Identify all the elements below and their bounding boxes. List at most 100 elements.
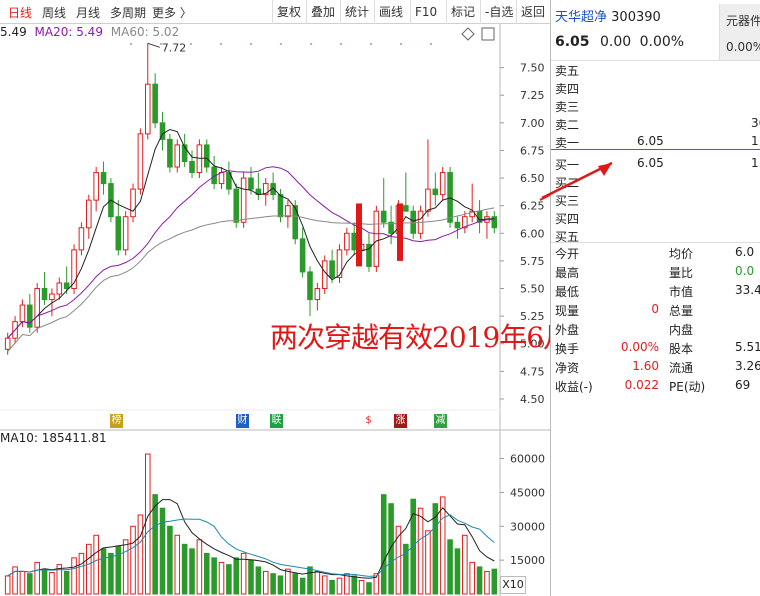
y-tick-label: 5.75 [520,255,545,268]
stat-value: 0.00% [620,340,659,354]
diamond-icon[interactable] [461,27,475,41]
ma-legend: 5.49 MA20: 5.49 MA60: 5.02 [0,25,183,41]
event-rise[interactable]: 涨 [394,414,407,428]
volume-bar [344,573,350,595]
ob-label: 买三 [555,194,580,208]
volume-bar [285,568,291,595]
kline-chart[interactable]: 7.507.257.006.756.506.256.005.755.505.25… [0,0,550,596]
sector-box[interactable]: 元器件 0.00% [719,4,760,60]
stat-label: 股本 [669,342,694,356]
y-tick-label: 6.00 [520,227,545,240]
stat-row: 最高 量比 0.0 [555,264,760,283]
tab-more[interactable]: 更多 〉 [152,4,192,21]
event-dollar[interactable]: $ [362,414,375,428]
ob-volume: 1 [751,156,759,170]
y-tick-label: 4.75 [520,365,545,378]
candle-body [137,133,144,190]
stat-label: 净资 [555,361,580,375]
stat-value: 5.51 [735,340,760,354]
volume-bar [277,575,284,595]
stat-row: 外盘 内盘 [555,321,760,340]
volume-bar [49,572,55,595]
y-tick-label: 6.25 [520,200,545,213]
candle-body [203,144,210,168]
volume-bar [63,570,70,595]
volume-bar [484,570,490,595]
bid-row[interactable]: 买三 [555,192,760,210]
ob-label: 买二 [555,176,580,190]
ask-row[interactable]: 卖三 [555,98,760,116]
x10-button[interactable]: X10 [500,576,526,594]
stat-value: 0.0 [735,264,755,278]
stat-label: 收益(-) [555,380,593,394]
y-tick-label: 7.50 [520,62,545,75]
statistics-button[interactable]: 统计 [340,0,373,24]
candle-body [380,210,387,223]
candle-body [432,188,439,196]
y-tick-label: 7.00 [520,117,545,130]
ask-row[interactable]: 卖四 [555,80,760,98]
tab-weekly[interactable]: 周线 [42,4,66,21]
candle-body [19,304,26,323]
candle-body [373,210,380,267]
volume-bar [189,548,195,595]
draw-line-button[interactable]: 画线 [374,0,407,24]
bid-row[interactable]: 买二 [555,174,760,192]
volume-bar [71,557,77,595]
ma5-value: 5.49 [0,25,27,39]
volume-bar [93,534,99,595]
sector-name: 元器件 [726,14,760,28]
bid-row[interactable]: 买五 [555,228,760,246]
volume-bar [122,539,129,595]
stat-row: 今开 均价 6.0 [555,245,760,264]
adjust-button[interactable]: 复权 [272,0,305,24]
candle-body [34,288,40,328]
candle-body [174,144,181,168]
candle-body [49,293,55,301]
volume-bar [321,575,328,595]
event-link[interactable]: 联 [270,414,283,428]
volume-bar [167,525,173,595]
ask-row[interactable]: 卖二 36 [555,116,760,134]
y-tick-label: 7.25 [520,89,545,102]
event-finance[interactable]: 财 [236,414,249,428]
candle-body [4,337,11,350]
candle-body [93,172,99,201]
volume-bar [270,573,276,595]
stat-label: 量比 [669,266,694,280]
tab-daily[interactable]: 日线 [8,4,32,21]
candle-body [189,160,195,174]
volume-bar [174,534,181,595]
volume-bar [203,552,210,595]
volume-bar [211,557,217,595]
volume-bar [462,534,468,595]
volume-bar [388,503,394,595]
stat-value: 69 [735,378,751,392]
stat-label: 均价 [669,247,694,261]
tab-multi-period[interactable]: 多周期 [110,4,146,21]
f10-button[interactable]: F10 [410,0,441,24]
bid-row[interactable]: 买四 [555,210,760,228]
volume-bar [41,568,48,595]
ma20-value: MA20: 5.49 [34,25,103,39]
candle-body [100,172,107,185]
volume-bar [159,507,166,595]
add-watchlist-button[interactable]: -自选 [480,0,517,24]
ob-label: 卖二 [555,118,580,132]
stock-name[interactable]: 天华超净 [555,10,607,25]
expand-icon[interactable] [481,27,495,41]
volume-bar [469,561,475,595]
divider [551,60,760,61]
mark-button[interactable]: 标记 [446,0,479,24]
bid-row[interactable]: 买一 6.05 1 [555,156,760,174]
overlay-button[interactable]: 叠加 [306,0,339,24]
back-button[interactable]: 返回 [516,0,549,24]
candle-body [307,271,313,301]
tab-monthly[interactable]: 月线 [76,4,100,21]
event-reduce[interactable]: 减 [434,414,447,428]
stat-row: 最低 市值 33.4 [555,283,760,302]
volume-bar [447,539,453,595]
candle-body [122,216,129,251]
ask-row[interactable]: 卖五 [555,62,760,80]
event-rank[interactable]: 榜 [110,414,123,428]
